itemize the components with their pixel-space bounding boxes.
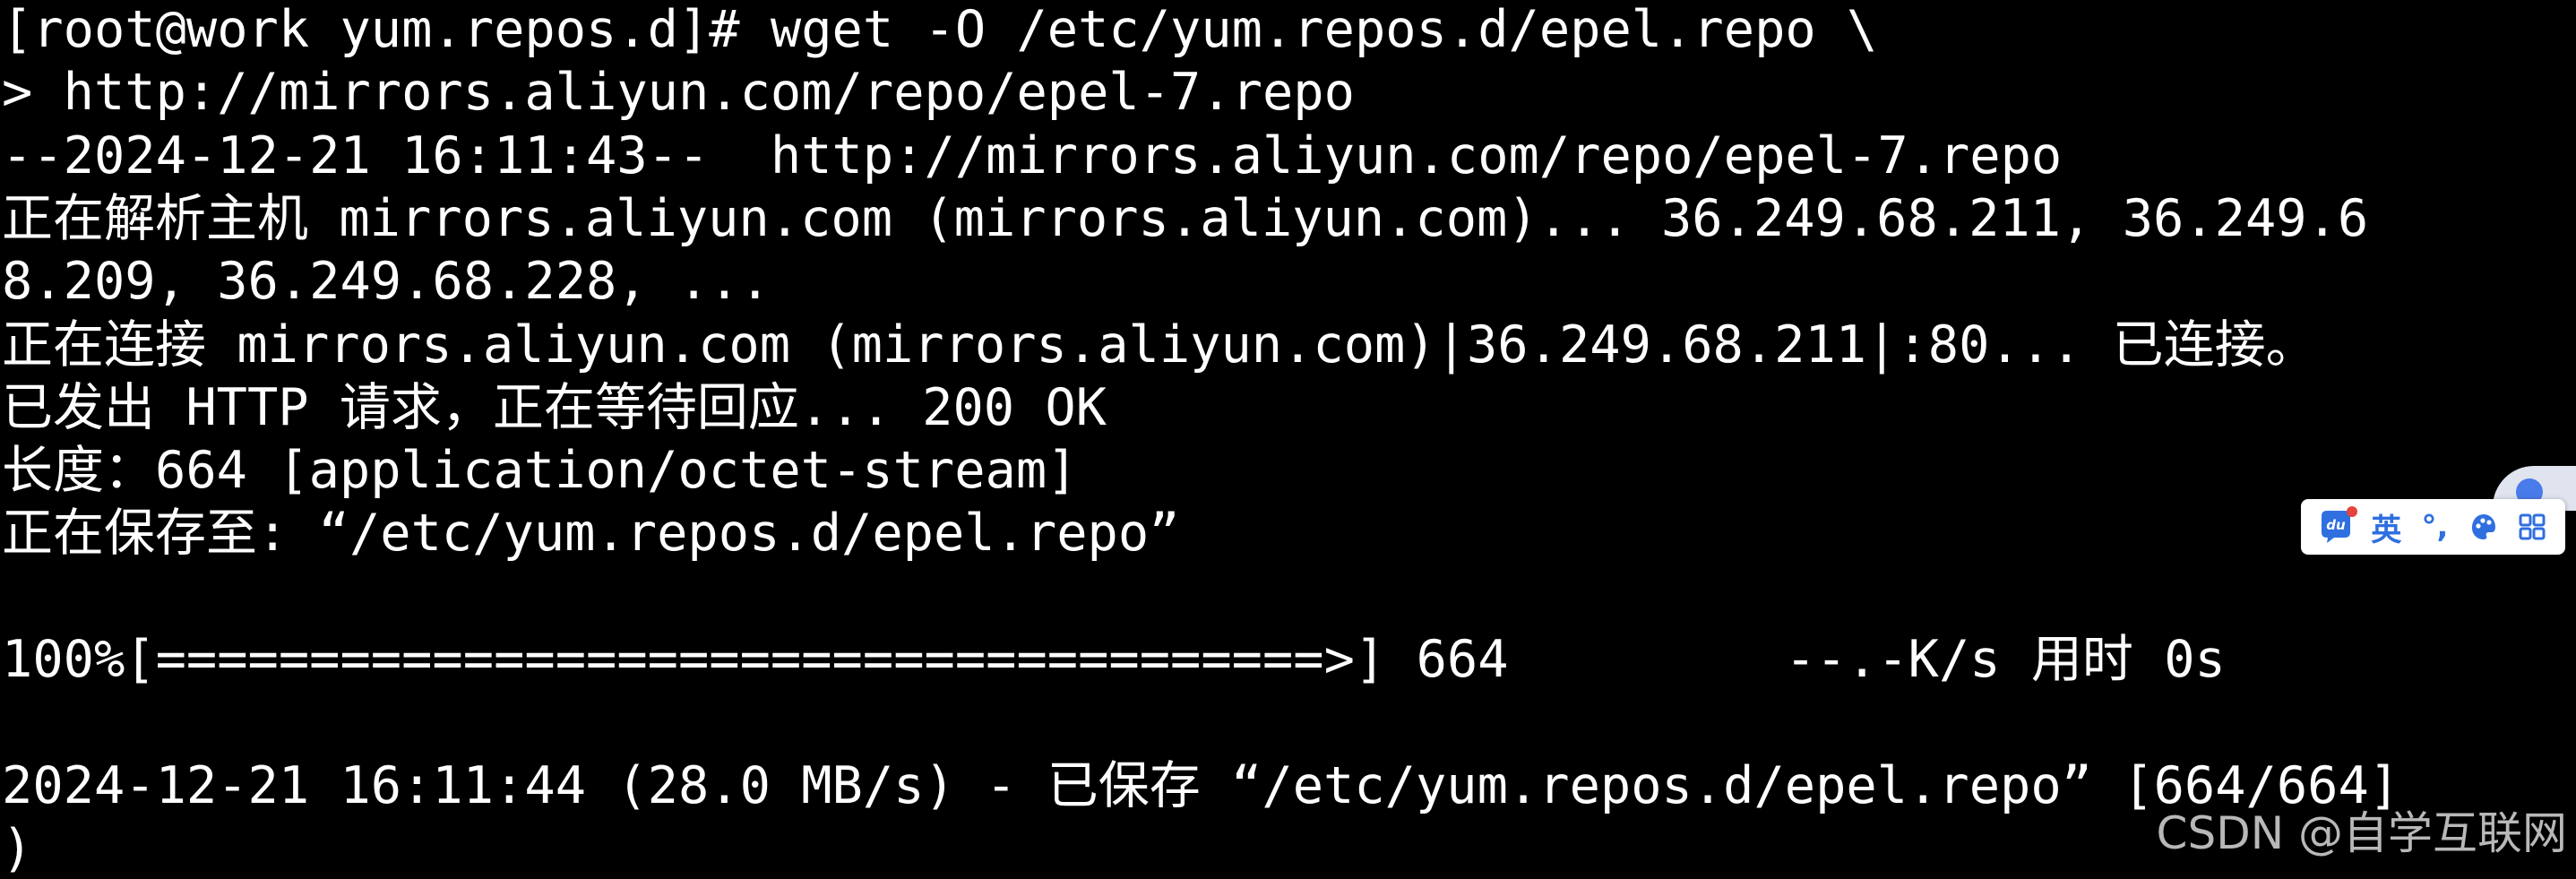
terminal-line: 正在解析主机 mirrors.aliyun.com (mirrors.aliyu… [2, 188, 2369, 248]
skin-icon[interactable] [2466, 504, 2502, 549]
terminal-line: 正在连接 mirrors.aliyun.com (mirrors.aliyun.… [2, 315, 2317, 375]
terminal-line: 2024-12-21 16:11:44 (28.0 MB/s) - 已保存 “/… [2, 755, 2400, 815]
notification-dot [2347, 506, 2358, 517]
ime-toolbar[interactable]: du 英 °, [2301, 499, 2565, 555]
svg-text:du: du [2326, 517, 2346, 533]
baidu-ime-logo-icon[interactable]: du [2316, 504, 2358, 549]
ime-mode-toggle[interactable]: 英 [2368, 504, 2404, 549]
toolbox-grid-icon[interactable] [2514, 504, 2550, 549]
terminal-line: 正在保存至: “/etc/yum.repos.d/epel.repo” [2, 504, 1180, 564]
terminal-line: > http://mirrors.aliyun.com/repo/epel-7.… [2, 63, 1355, 123]
terminal-line: 长度：664 [application/octet-stream] [2, 441, 1078, 501]
terminal-line: ) [2, 818, 33, 878]
terminal-line: [root@work yum.repos.d]# wget -O /etc/yu… [2, 0, 1878, 59]
ime-punctuation-toggle[interactable]: °, [2417, 504, 2452, 549]
terminal-window[interactable]: [root@work yum.repos.d]# wget -O /etc/yu… [0, 0, 2576, 879]
csdn-watermark: CSDN @自学互联网 [2156, 807, 2567, 859]
terminal-line: 8.209, 36.249.68.228, ... [2, 252, 771, 312]
terminal-line: --2024-12-21 16:11:43-- http://mirrors.a… [2, 125, 2063, 185]
terminal-line: 100%[===================================… [2, 630, 2226, 689]
terminal-line: 已发出 HTTP 请求，正在等待回应... 200 OK [2, 377, 1107, 437]
